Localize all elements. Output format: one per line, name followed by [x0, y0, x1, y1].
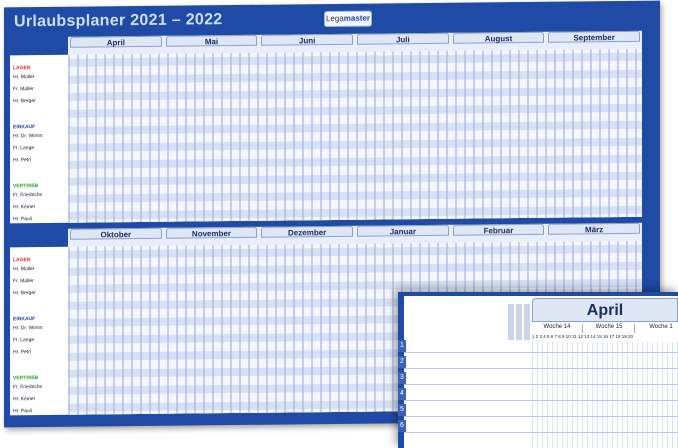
group-label: LAGER: [13, 257, 31, 264]
employee-name: Fr. Friedrichs: [13, 384, 43, 391]
detail-week-label: Woche 1: [636, 324, 678, 333]
group-label: EINKAUF: [13, 124, 36, 131]
row-stripe: [68, 171, 642, 186]
detail-week-label: Woche 15: [584, 324, 635, 333]
detail-row: 2: [398, 356, 678, 369]
row-stripe: [68, 137, 642, 152]
employee-name: Hr. Petri: [13, 349, 32, 356]
month-header: Oktober: [70, 227, 162, 240]
detail-row: 6: [398, 420, 678, 433]
row-number: 4: [398, 388, 406, 400]
row-stripe: [68, 52, 642, 67]
employee-name: Hr. Keiner: [13, 396, 36, 403]
row-number: 1: [398, 340, 406, 352]
row-stripe: [68, 103, 642, 118]
employee-name: Hr. Petri: [13, 157, 32, 164]
employee-name: Hr. Pauli: [13, 216, 32, 223]
brand-suffix: master: [343, 13, 371, 23]
row-stripe: [68, 69, 642, 84]
month-header: Juni: [261, 33, 353, 46]
detail-sheet: April Woche 14 Woche 15 Woche 1 1 2 3 4 5 …: [398, 296, 678, 448]
detail-zoom-inset: April Woche 14 Woche 15 Woche 1 1 2 3 4 5 …: [398, 292, 678, 448]
planner-top-half: LAGER Hr. Müller Fr. Müller Hr. Berger EINKA…: [10, 30, 642, 224]
employee-name: Fr. Lange: [13, 337, 35, 344]
detail-side-columns: [508, 304, 530, 340]
row-number: 2: [398, 356, 406, 368]
row-number: 5: [398, 404, 406, 416]
row-stripe: [68, 278, 642, 293]
detail-row: 5: [398, 404, 678, 417]
row-stripe: [68, 205, 642, 220]
detail-month-title: April: [532, 298, 678, 322]
employee-name: Hr. Dr. Wimm: [13, 133, 43, 140]
planner-title: Urlaubsplaner 2021 – 2022: [14, 11, 223, 31]
detail-week-label: Woche 14: [532, 324, 583, 333]
row-stripe: [68, 120, 642, 135]
detail-row: 4: [398, 388, 678, 401]
employee-name: Hr. Müller: [13, 74, 35, 81]
employee-name: Hr. Berger: [13, 98, 36, 105]
month-header: April: [70, 35, 162, 48]
row-number: 6: [398, 420, 406, 432]
employee-name: Hr. Berger: [13, 290, 36, 297]
employee-name: Fr. Müller: [13, 278, 34, 285]
month-header: Mai: [165, 34, 258, 47]
row-stripe: [68, 188, 642, 203]
employee-name: Fr. Friedrichs: [13, 192, 43, 199]
group-label: VERTRIEB: [13, 183, 39, 190]
month-header: Januar: [357, 224, 449, 237]
group-label: VERTRIEB: [13, 375, 39, 382]
employee-name: Hr. Keiner: [13, 204, 36, 211]
month-header: Februar: [452, 223, 545, 236]
names-column: LAGER Hr. Müller Fr. Müller Hr. Berger EINKA…: [10, 54, 68, 224]
month-header: August: [452, 31, 545, 44]
month-header: Dezember: [261, 225, 353, 238]
employee-name: Hr. Pauli: [13, 408, 32, 415]
names-column: LAGER Hr. Müller Fr. Müller Hr. Berger EINKA…: [10, 246, 68, 416]
month-header: Juli: [357, 32, 449, 45]
detail-row: 1: [398, 340, 678, 353]
day-grid: [68, 48, 642, 223]
group-label: LAGER: [13, 65, 31, 72]
employee-name: Hr. Müller: [13, 266, 35, 273]
calendar-top: April Mai Juni Juli August September: [68, 30, 642, 223]
row-stripe: [68, 86, 642, 101]
month-header: September: [548, 30, 640, 43]
employee-name: Fr. Lange: [13, 145, 35, 152]
detail-rows: 1 2 3 4 5 6: [398, 340, 678, 448]
employee-name: Fr. Müller: [13, 86, 34, 93]
row-stripe: [68, 261, 642, 276]
row-number: 3: [398, 372, 406, 384]
brand-logo: Legamaster: [324, 10, 372, 28]
brand-prefix: Lega: [325, 13, 344, 24]
month-header: März: [548, 222, 640, 235]
detail-row: 3: [398, 372, 678, 385]
row-stripe: [68, 154, 642, 169]
employee-name: Hr. Dr. Wimm: [13, 325, 43, 332]
month-header: November: [165, 226, 258, 239]
group-label: EINKAUF: [13, 316, 36, 323]
row-stripe: [68, 244, 642, 259]
